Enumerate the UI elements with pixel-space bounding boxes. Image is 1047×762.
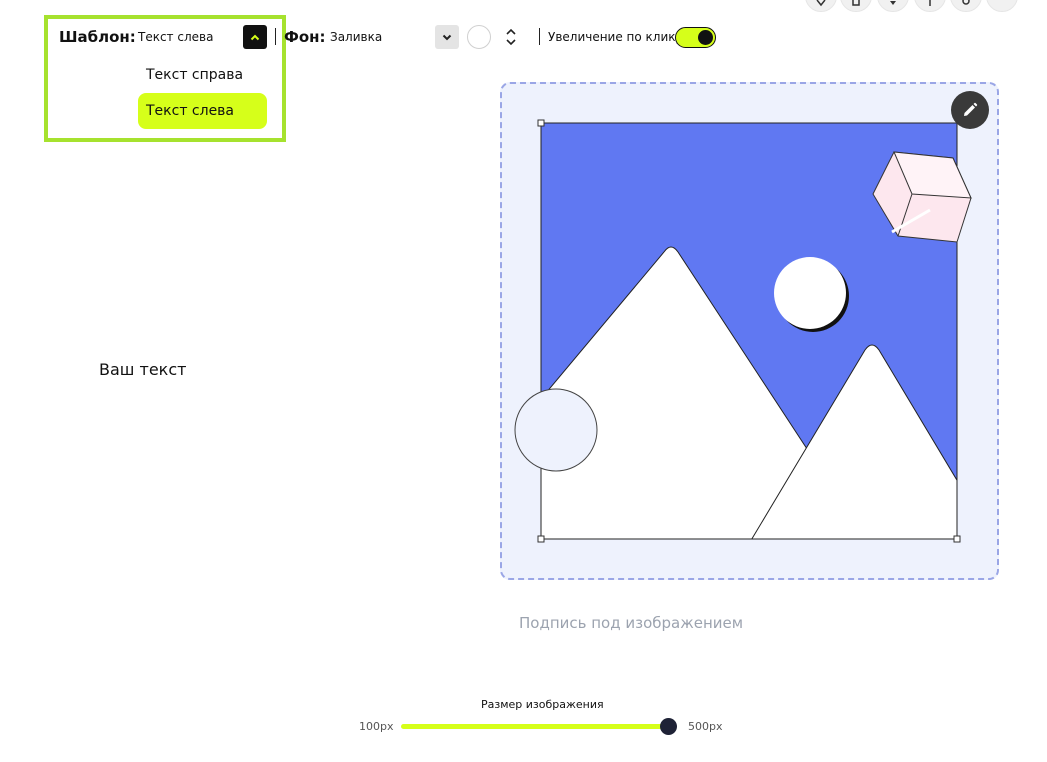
toolbar-icon (816, 0, 826, 7)
image-placeholder-illustration (514, 119, 972, 543)
template-option-left[interactable]: Текст слева (138, 93, 267, 129)
top-action-button-2[interactable] (840, 0, 872, 12)
top-action-button-1[interactable] (805, 0, 837, 12)
resize-handle[interactable] (953, 535, 961, 543)
image-size-label: Размер изображения (481, 698, 604, 711)
copy-icon (852, 0, 860, 6)
toolbar-divider (539, 28, 540, 45)
image-caption-input[interactable]: Подпись под изображением (519, 614, 743, 632)
template-select-value[interactable]: Текст слева (138, 30, 213, 44)
toggle-knob (698, 29, 713, 45)
chevron-up-icon (250, 34, 260, 40)
top-action-button-3[interactable] (877, 0, 909, 12)
resize-handle[interactable] (537, 119, 545, 127)
chevron-down-icon (442, 34, 452, 40)
edit-image-button[interactable] (951, 91, 989, 129)
top-action-button-5[interactable] (950, 0, 982, 12)
search-icon (962, 0, 970, 5)
sun-icon (774, 257, 846, 329)
zoom-on-click-toggle[interactable] (675, 27, 716, 48)
top-action-button-6[interactable] (986, 0, 1018, 12)
background-select-value[interactable]: Заливка (330, 30, 382, 44)
background-dropdown-toggle[interactable] (435, 25, 459, 49)
slider-max-label: 500px (688, 720, 723, 733)
toolbar-divider (275, 28, 276, 45)
chevron-up-down-icon[interactable] (503, 26, 519, 48)
template-label: Шаблон: (59, 28, 136, 46)
background-color-picker[interactable] (467, 25, 491, 49)
image-size-slider-track[interactable] (401, 724, 669, 729)
resize-handle[interactable] (537, 535, 545, 543)
decor-circle (514, 388, 598, 472)
plus-icon (929, 0, 931, 6)
arrow-down-icon (890, 1, 896, 5)
pencil-icon (964, 102, 978, 116)
image-size-slider-thumb[interactable] (660, 718, 677, 735)
template-option-right[interactable]: Текст справа (138, 57, 267, 93)
background-label: Фон: (284, 28, 326, 46)
slider-min-label: 100px (359, 720, 394, 733)
top-action-button-4[interactable] (914, 0, 946, 12)
template-dropdown-toggle[interactable] (243, 25, 267, 49)
text-block[interactable]: Ваш текст (99, 360, 186, 379)
zoom-on-click-label: Увеличение по клику (548, 30, 683, 44)
